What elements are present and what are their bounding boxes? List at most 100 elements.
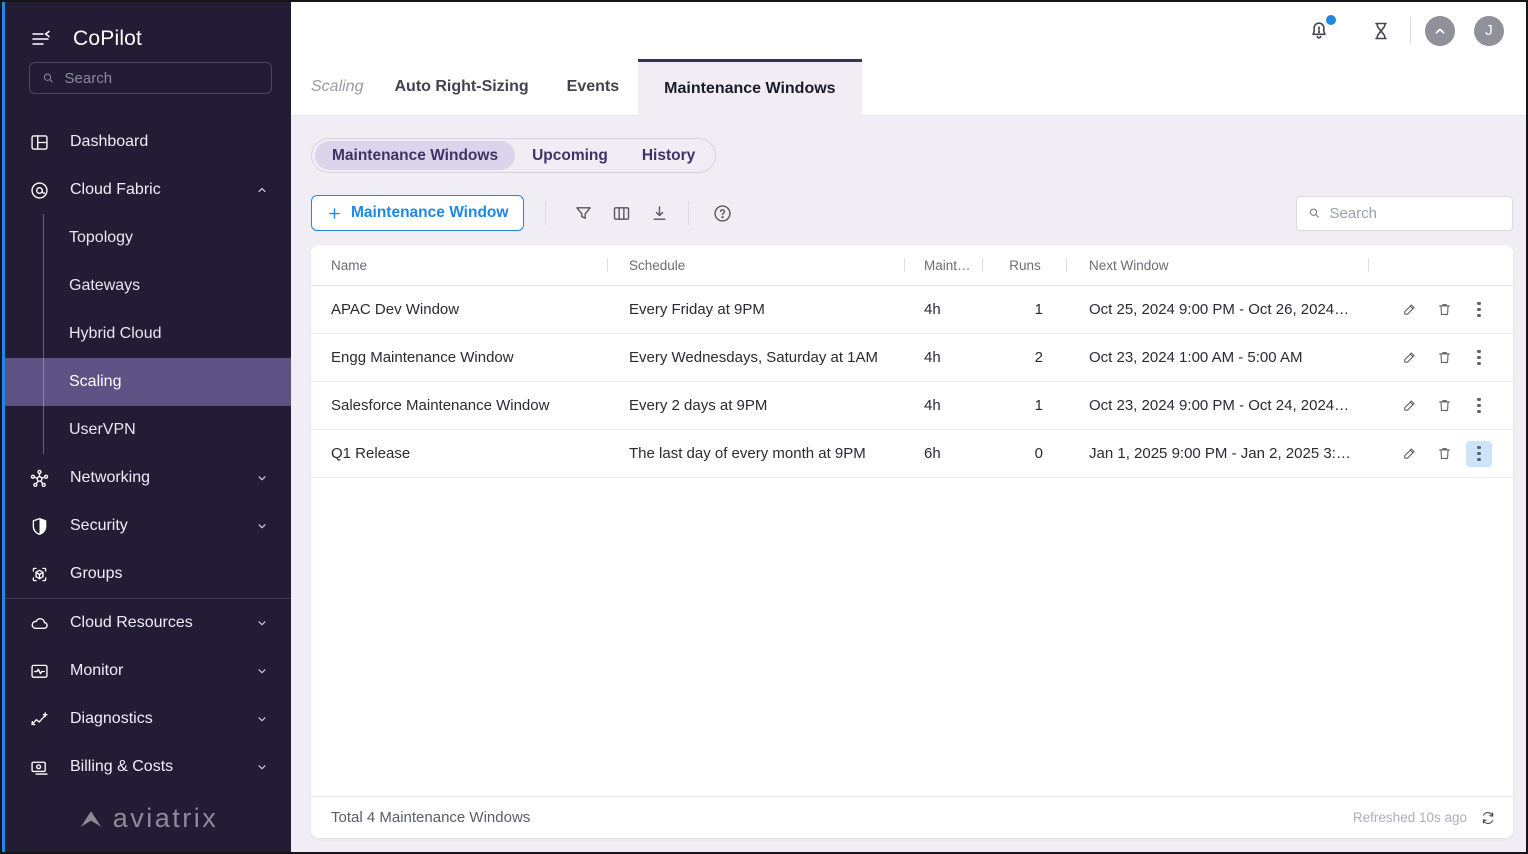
sidebar-subitem-label: Topology (69, 229, 133, 247)
sidebar-item-networking[interactable]: Networking (5, 454, 291, 502)
table-row[interactable]: Salesforce Maintenance Window Every 2 da… (311, 382, 1513, 430)
sidebar-item-groups[interactable]: Groups (5, 550, 291, 598)
sidebar-item-dashboard[interactable]: Dashboard (5, 118, 291, 166)
notifications-button[interactable] (1306, 18, 1332, 44)
sidebar-item-billing-costs[interactable]: Billing & Costs (5, 743, 291, 791)
networking-icon (29, 468, 50, 489)
table-toolbar: Maintenance Window (311, 195, 1513, 231)
more-menu-button[interactable] (1466, 345, 1492, 371)
app-title: CoPilot (73, 27, 142, 51)
trash-icon (1436, 445, 1453, 462)
topbar-divider (1410, 17, 1411, 44)
row-actions (1369, 441, 1513, 467)
sidebar-search-input[interactable] (65, 70, 259, 87)
cell-schedule: The last day of every month at 9PM (608, 445, 905, 462)
tab-maintenance-windows[interactable]: Maintenance Windows (638, 59, 861, 116)
aviatrix-logo: aviatrix (5, 791, 291, 852)
refresh-button[interactable] (1478, 808, 1498, 828)
table-row[interactable]: Engg Maintenance Window Every Wednesdays… (311, 334, 1513, 382)
cloud-icon (29, 613, 50, 634)
add-button-label: Maintenance Window (351, 204, 508, 222)
cell-runs: 0 (983, 445, 1067, 462)
add-maintenance-window-button[interactable]: Maintenance Window (311, 195, 524, 231)
sidebar-item-scaling[interactable]: Scaling (5, 358, 291, 406)
sidebar-item-cloud-resources[interactable]: Cloud Resources (5, 599, 291, 647)
notification-dot (1326, 15, 1336, 25)
scroll-top-button[interactable] (1425, 16, 1455, 46)
delete-button[interactable] (1431, 297, 1457, 323)
toggle-history[interactable]: History (625, 141, 712, 170)
edit-button[interactable] (1396, 345, 1422, 371)
more-menu-button[interactable] (1466, 393, 1492, 419)
toggle-maintenance-windows[interactable]: Maintenance Windows (315, 141, 515, 170)
trash-icon (1436, 397, 1453, 414)
delete-button[interactable] (1431, 345, 1457, 371)
tasks-button[interactable] (1368, 18, 1394, 44)
plus-icon (327, 206, 342, 221)
cell-maintenance: 4h (905, 349, 983, 366)
chevron-down-icon (255, 519, 269, 533)
edit-button[interactable] (1396, 441, 1422, 467)
refreshed-label: Refreshed 10s ago (1353, 810, 1467, 825)
edit-button[interactable] (1396, 393, 1422, 419)
column-header-name[interactable]: Name (311, 258, 608, 273)
page-content: Maintenance Windows Upcoming History Mai… (291, 116, 1526, 852)
filter-icon (573, 203, 594, 224)
cloud-fabric-children: Topology Gateways Hybrid Cloud Scaling U… (5, 214, 291, 454)
edit-button[interactable] (1396, 297, 1422, 323)
more-menu-button[interactable] (1466, 441, 1492, 467)
hourglass-icon (1369, 19, 1393, 43)
pencil-icon (1401, 397, 1418, 414)
cell-name: APAC Dev Window (311, 301, 608, 318)
aviatrix-wordmark: aviatrix (113, 803, 219, 834)
table-footer: Total 4 Maintenance Windows Refreshed 10… (311, 796, 1513, 838)
sidebar-item-security[interactable]: Security (5, 502, 291, 550)
aviatrix-logo-mark (78, 808, 104, 830)
main-area: J Scaling Auto Right-Sizing Events Maint… (291, 2, 1526, 852)
tab-auto-right-sizing[interactable]: Auto Right-Sizing (394, 78, 528, 96)
cell-name: Q1 Release (311, 445, 608, 462)
sidebar-item-gateways[interactable]: Gateways (5, 262, 291, 310)
sidebar-search[interactable] (29, 62, 272, 94)
sidebar-item-monitor[interactable]: Monitor (5, 647, 291, 695)
cell-name: Engg Maintenance Window (311, 349, 608, 366)
table-header: Name Schedule Maint… Runs Next Window (311, 245, 1513, 286)
user-avatar[interactable]: J (1474, 16, 1504, 46)
sidebar-item-cloud-fabric[interactable]: Cloud Fabric (5, 166, 291, 214)
columns-icon (611, 203, 632, 224)
collapse-menu-icon[interactable] (29, 27, 53, 51)
chevron-down-icon (255, 471, 269, 485)
sidebar-item-hybrid-cloud[interactable]: Hybrid Cloud (5, 310, 291, 358)
help-icon (712, 203, 733, 224)
pencil-icon (1401, 445, 1418, 462)
billing-icon (29, 757, 50, 778)
table-search[interactable] (1296, 196, 1513, 231)
cell-runs: 1 (983, 397, 1067, 414)
table-row[interactable]: APAC Dev Window Every Friday at 9PM 4h 1… (311, 286, 1513, 334)
row-actions (1369, 297, 1513, 323)
tabs-bar: Scaling Auto Right-Sizing Events Mainten… (291, 59, 1526, 116)
more-menu-button[interactable] (1466, 297, 1492, 323)
table-search-input[interactable] (1329, 205, 1501, 222)
column-header-maintenance[interactable]: Maint… (905, 258, 983, 273)
column-header-schedule[interactable]: Schedule (608, 258, 905, 273)
tab-events[interactable]: Events (567, 78, 619, 96)
sidebar-item-uservpn[interactable]: UserVPN (5, 406, 291, 454)
kebab-icon (1477, 398, 1480, 413)
columns-button[interactable] (608, 200, 634, 226)
delete-button[interactable] (1431, 393, 1457, 419)
sidebar-item-topology[interactable]: Topology (5, 214, 291, 262)
view-toggle: Maintenance Windows Upcoming History (311, 138, 716, 173)
table-row[interactable]: Q1 Release The last day of every month a… (311, 430, 1513, 478)
column-header-next-window[interactable]: Next Window (1067, 258, 1369, 273)
row-actions (1369, 345, 1513, 371)
column-header-runs[interactable]: Runs (983, 258, 1067, 273)
kebab-icon (1477, 302, 1480, 317)
toggle-upcoming[interactable]: Upcoming (515, 141, 625, 170)
download-button[interactable] (646, 200, 672, 226)
sidebar-item-diagnostics[interactable]: Diagnostics (5, 695, 291, 743)
help-button[interactable] (709, 200, 735, 226)
delete-button[interactable] (1431, 441, 1457, 467)
sidebar-item-label: Monitor (70, 662, 235, 680)
filter-button[interactable] (570, 200, 596, 226)
